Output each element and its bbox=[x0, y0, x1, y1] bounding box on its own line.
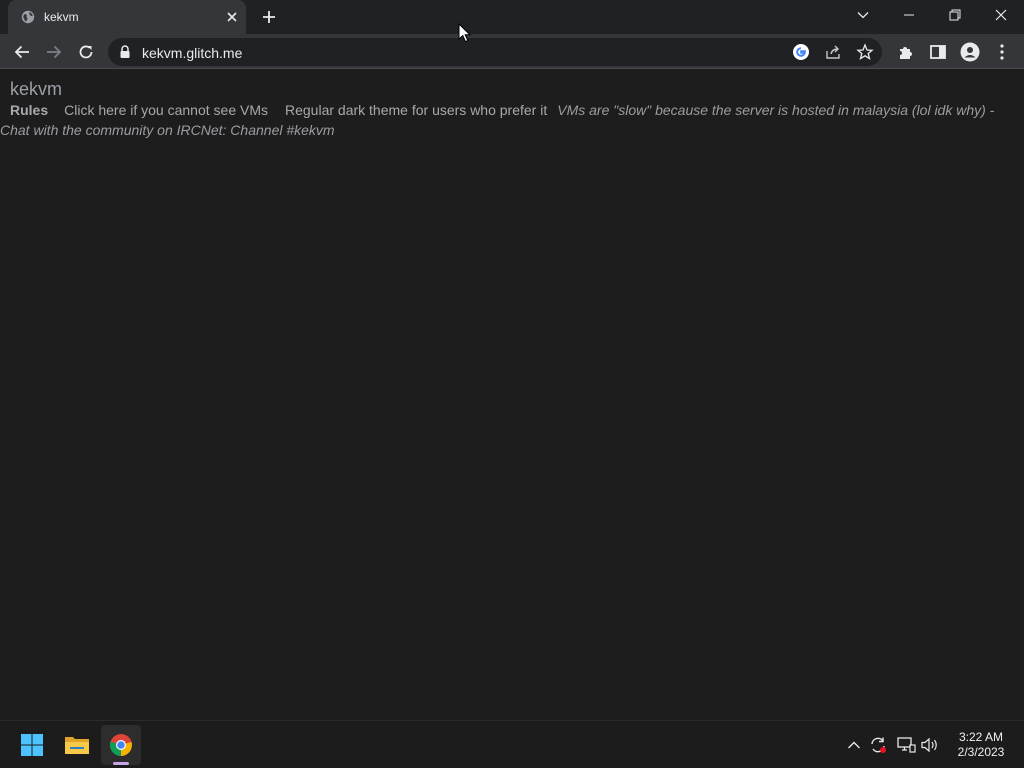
browser-titlebar: kekvm bbox=[0, 0, 1024, 34]
system-clock[interactable]: 3:22 AM 2/3/2023 bbox=[950, 730, 1012, 760]
file-explorer-icon[interactable] bbox=[57, 725, 97, 765]
cannot-see-vms-link[interactable]: Click here if you cannot see VMs bbox=[64, 102, 268, 118]
side-panel-icon[interactable] bbox=[928, 42, 948, 62]
close-tab-icon[interactable] bbox=[224, 9, 240, 25]
windows-taskbar: 3:22 AM 2/3/2023 bbox=[0, 720, 1024, 768]
active-app-indicator bbox=[113, 762, 129, 765]
page-content: kekvm Rules Click here if you cannot see … bbox=[0, 70, 1024, 720]
tab-title: kekvm bbox=[44, 10, 79, 24]
back-arrow-icon[interactable] bbox=[12, 42, 32, 62]
dark-theme-link[interactable]: Regular dark theme for users who prefer … bbox=[285, 102, 547, 118]
chrome-icon[interactable] bbox=[101, 725, 141, 765]
site-nav: Rules Click here if you cannot see VMs Reg… bbox=[0, 100, 1020, 140]
reload-icon[interactable] bbox=[76, 42, 96, 62]
lock-icon[interactable] bbox=[119, 45, 131, 59]
profile-avatar-icon[interactable] bbox=[960, 42, 980, 62]
browser-tab[interactable]: kekvm bbox=[8, 0, 246, 34]
rules-link[interactable]: Rules bbox=[10, 102, 48, 118]
globe-icon bbox=[21, 10, 35, 24]
browser-toolbar: kekvm.glitch.me bbox=[0, 34, 1024, 69]
google-lens-icon[interactable] bbox=[792, 43, 810, 61]
extensions-puzzle-icon[interactable] bbox=[896, 42, 916, 62]
share-icon[interactable] bbox=[824, 43, 842, 61]
sync-icon[interactable] bbox=[868, 735, 888, 755]
restore-icon[interactable] bbox=[932, 0, 978, 30]
close-window-icon[interactable] bbox=[978, 0, 1024, 30]
page-title: kekvm bbox=[10, 79, 63, 99]
start-icon[interactable] bbox=[12, 725, 52, 765]
clock-time: 3:22 AM bbox=[958, 730, 1004, 744]
address-bar[interactable]: kekvm.glitch.me bbox=[108, 38, 882, 66]
url-text: kekvm.glitch.me bbox=[142, 45, 243, 61]
chevron-up-icon[interactable] bbox=[844, 735, 864, 755]
new-tab-icon[interactable] bbox=[260, 8, 278, 26]
minimize-icon[interactable] bbox=[886, 0, 932, 30]
network-icon[interactable] bbox=[896, 735, 916, 755]
bookmark-star-icon[interactable] bbox=[856, 43, 874, 61]
more-menu-icon[interactable] bbox=[992, 42, 1012, 62]
mouse-cursor-icon bbox=[458, 22, 472, 43]
clock-date: 2/3/2023 bbox=[957, 745, 1005, 759]
forward-arrow-icon[interactable] bbox=[44, 42, 64, 62]
volume-icon[interactable] bbox=[920, 735, 940, 755]
tab-search-icon[interactable] bbox=[840, 0, 886, 30]
